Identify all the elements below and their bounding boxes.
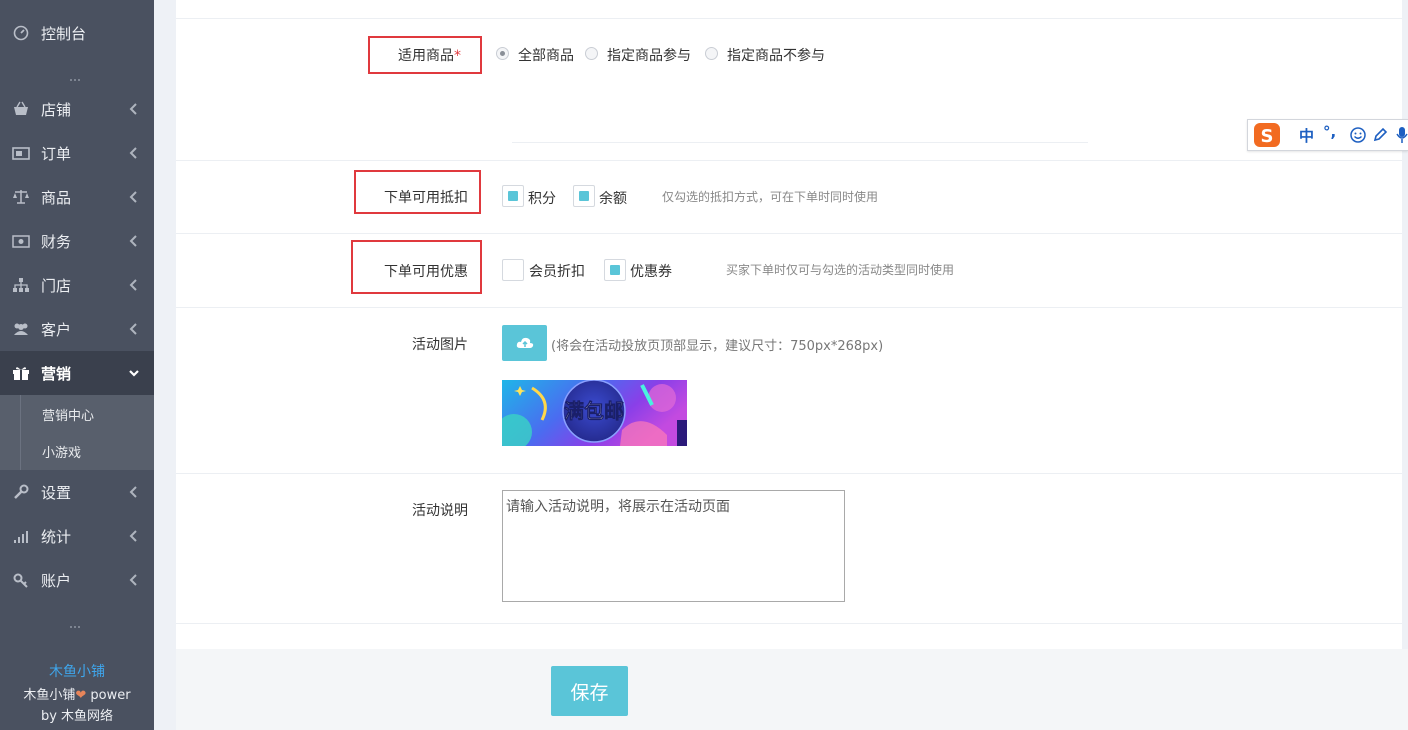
radio-specified-goods-exclude[interactable]	[705, 47, 718, 60]
description-textarea[interactable]	[502, 490, 845, 602]
deduction-hint: 仅勾选的抵扣方式，可在下单时同时使用	[662, 190, 879, 204]
microphone-icon[interactable]	[1396, 126, 1408, 144]
sidebar: 控制台 店铺 订单 商品 财务 门店 客户 营销 营销中心 小游戏 设置 统计 …	[0, 0, 154, 730]
radio-specified-goods-include[interactable]	[585, 47, 598, 60]
divider	[176, 473, 1402, 474]
sidebar-item-label: 统计	[41, 527, 72, 546]
gift-icon	[12, 364, 30, 382]
chevron-left-icon	[129, 103, 137, 115]
chevron-left-icon	[129, 486, 137, 498]
checkbox-label-member-discount[interactable]: 会员折扣	[529, 261, 585, 281]
sidebar-item-orders[interactable]: 订单	[0, 131, 154, 175]
divider	[512, 142, 1088, 143]
sidebar-item-customers[interactable]: 客户	[0, 307, 154, 351]
chevron-left-icon	[129, 235, 137, 247]
sidebar-item-stores[interactable]: 门店	[0, 263, 154, 307]
sidebar-item-label: 账户	[41, 571, 72, 590]
deduction-label: 下单可用抵扣	[384, 190, 468, 206]
activity-banner-image: 满包邮	[502, 380, 687, 446]
discount-hint: 买家下单时仅可与勾选的活动类型同时使用	[726, 263, 955, 277]
separator-dots	[70, 616, 84, 628]
sidebar-item-label: 订单	[41, 144, 72, 163]
divider	[176, 233, 1402, 234]
right-gutter	[1402, 0, 1408, 649]
sitemap-icon	[12, 276, 30, 294]
sidebar-item-goods[interactable]: 商品	[0, 175, 154, 219]
form-footer	[176, 649, 1408, 730]
radio-label-specified-include[interactable]: 指定商品参与	[607, 45, 691, 65]
order-icon	[12, 144, 30, 162]
marketing-submenu: 营销中心 小游戏	[0, 395, 154, 470]
chevron-left-icon	[129, 574, 137, 586]
submenu-item-mini-games[interactable]: 小游戏	[42, 442, 81, 461]
footer-brand[interactable]: 木鱼小铺	[0, 661, 154, 681]
money-icon	[12, 232, 30, 250]
sidebar-item-shop[interactable]: 店铺	[0, 87, 154, 131]
image-hint: (将会在活动投放页顶部显示，建议尺寸：750px*268px)	[551, 339, 884, 354]
scale-icon	[12, 188, 30, 206]
radio-label-all-goods[interactable]: 全部商品	[518, 45, 574, 65]
ime-punctuation-toggle[interactable]: °,	[1323, 123, 1336, 141]
divider	[176, 18, 1402, 19]
sidebar-item-label: 营销	[41, 364, 72, 383]
discount-label: 下单可用优惠	[384, 264, 468, 280]
divider	[176, 623, 1402, 624]
sidebar-item-statistics[interactable]: 统计	[0, 514, 154, 558]
chevron-left-icon	[129, 279, 137, 291]
sidebar-item-label: 店铺	[41, 100, 72, 119]
description-label: 活动说明	[412, 503, 468, 519]
divider	[176, 160, 1402, 161]
ime-mode-toggle[interactable]: 中	[1299, 125, 1314, 146]
image-label: 活动图片	[412, 337, 468, 353]
signal-icon	[12, 527, 30, 545]
gutter	[154, 0, 176, 730]
chevron-left-icon	[129, 323, 137, 335]
sidebar-item-label: 设置	[41, 483, 72, 502]
sidebar-item-label: 门店	[41, 276, 72, 295]
sidebar-item-account[interactable]: 账户	[0, 558, 154, 602]
chevron-left-icon	[129, 191, 137, 203]
checkbox-balance[interactable]	[573, 185, 595, 207]
checkbox-label-points[interactable]: 积分	[528, 188, 556, 208]
pen-icon[interactable]	[1372, 127, 1388, 143]
separator-dots	[70, 69, 84, 81]
dashboard-icon	[12, 24, 30, 42]
divider	[176, 307, 1402, 308]
chevron-left-icon	[129, 147, 137, 159]
sogou-logo-icon[interactable]: S	[1253, 122, 1281, 148]
svg-text:S: S	[1261, 126, 1274, 147]
banner-text: 满包邮	[564, 399, 624, 423]
goods-scope-label: 适用商品*	[398, 48, 461, 64]
sidebar-item-settings[interactable]: 设置	[0, 470, 154, 514]
key-icon	[12, 571, 30, 589]
checkbox-label-coupon[interactable]: 优惠券	[630, 261, 672, 281]
checkbox-member-discount[interactable]	[502, 259, 524, 281]
sidebar-item-label: 财务	[41, 232, 72, 251]
sidebar-item-dashboard[interactable]: 控制台	[0, 11, 154, 55]
footer-by: by 木鱼网络	[40, 709, 114, 724]
sidebar-item-marketing[interactable]: 营销	[0, 351, 154, 395]
sidebar-item-label: 客户	[41, 320, 72, 339]
chevron-down-icon	[129, 370, 139, 377]
radio-label-specified-exclude[interactable]: 指定商品不参与	[727, 45, 825, 65]
chevron-left-icon	[129, 530, 137, 542]
checkbox-coupon[interactable]	[604, 259, 626, 281]
wrench-icon	[12, 483, 30, 501]
sidebar-item-label: 控制台	[41, 24, 87, 43]
users-icon	[12, 320, 30, 338]
sidebar-item-finance[interactable]: 财务	[0, 219, 154, 263]
radio-all-goods[interactable]	[496, 47, 509, 60]
checkbox-points[interactable]	[502, 185, 524, 207]
submenu-item-marketing-center[interactable]: 营销中心	[42, 405, 94, 424]
upload-button[interactable]	[502, 325, 547, 361]
save-button[interactable]: 保存	[551, 666, 628, 716]
footer-power: 木鱼小铺❤ power	[23, 688, 131, 703]
cloud-upload-icon	[516, 337, 533, 348]
emoji-icon[interactable]	[1350, 127, 1366, 143]
heart-icon: ❤	[75, 688, 87, 703]
ime-toolbar: S 中 °,	[1247, 119, 1408, 151]
sidebar-item-label: 商品	[41, 188, 72, 207]
shop-icon	[12, 100, 30, 118]
checkbox-label-balance[interactable]: 余额	[599, 188, 627, 208]
